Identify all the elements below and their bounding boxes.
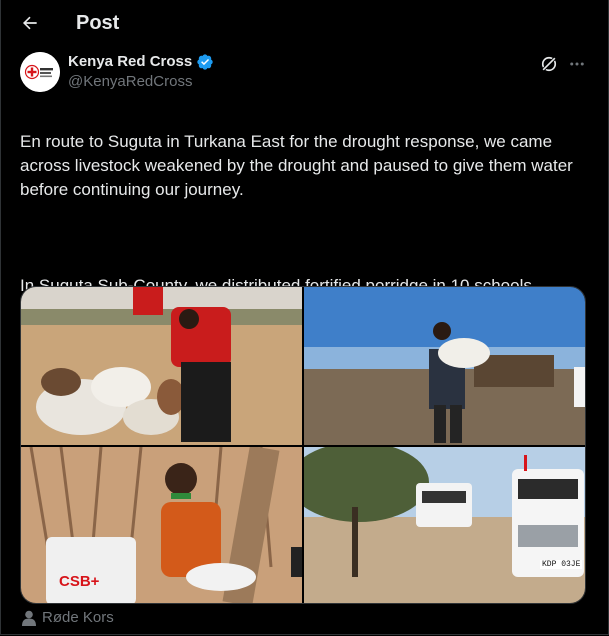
- photo-vehicles[interactable]: KDP 03JE: [304, 447, 585, 603]
- more-horizontal-icon: [570, 62, 584, 66]
- arrow-left-icon: [22, 16, 37, 30]
- media-credit-text: Røde Kors: [42, 609, 114, 626]
- media-grid: CSB+ KDP 03JE: [20, 286, 586, 604]
- verified-badge-icon: [197, 54, 213, 70]
- more-options-button[interactable]: [566, 52, 588, 76]
- grok-icon: [541, 56, 557, 72]
- author-display-name[interactable]: Kenya Red Cross: [68, 53, 192, 71]
- photo-man-with-sack[interactable]: [304, 287, 585, 445]
- back-button[interactable]: [12, 5, 48, 41]
- avatar[interactable]: [20, 52, 60, 92]
- person-icon: [22, 610, 36, 626]
- license-plate: KDP 03JE: [540, 560, 583, 569]
- photo-goats[interactable]: [21, 287, 302, 445]
- page-title: Post: [76, 12, 120, 34]
- media-credit[interactable]: Røde Kors: [22, 609, 114, 627]
- author-handle[interactable]: @KenyaRedCross: [68, 73, 192, 91]
- page-header: Post: [0, 0, 609, 46]
- kenya-red-cross-logo-icon: [20, 52, 60, 92]
- post-paragraph: En route to Suguta in Turkana East for t…: [20, 132, 573, 199]
- photo-porridge-preparation[interactable]: CSB+: [21, 447, 302, 603]
- author-name-row: Kenya Red Cross: [68, 53, 214, 71]
- sack-label: CSB+: [59, 573, 100, 590]
- grok-button[interactable]: [537, 52, 561, 76]
